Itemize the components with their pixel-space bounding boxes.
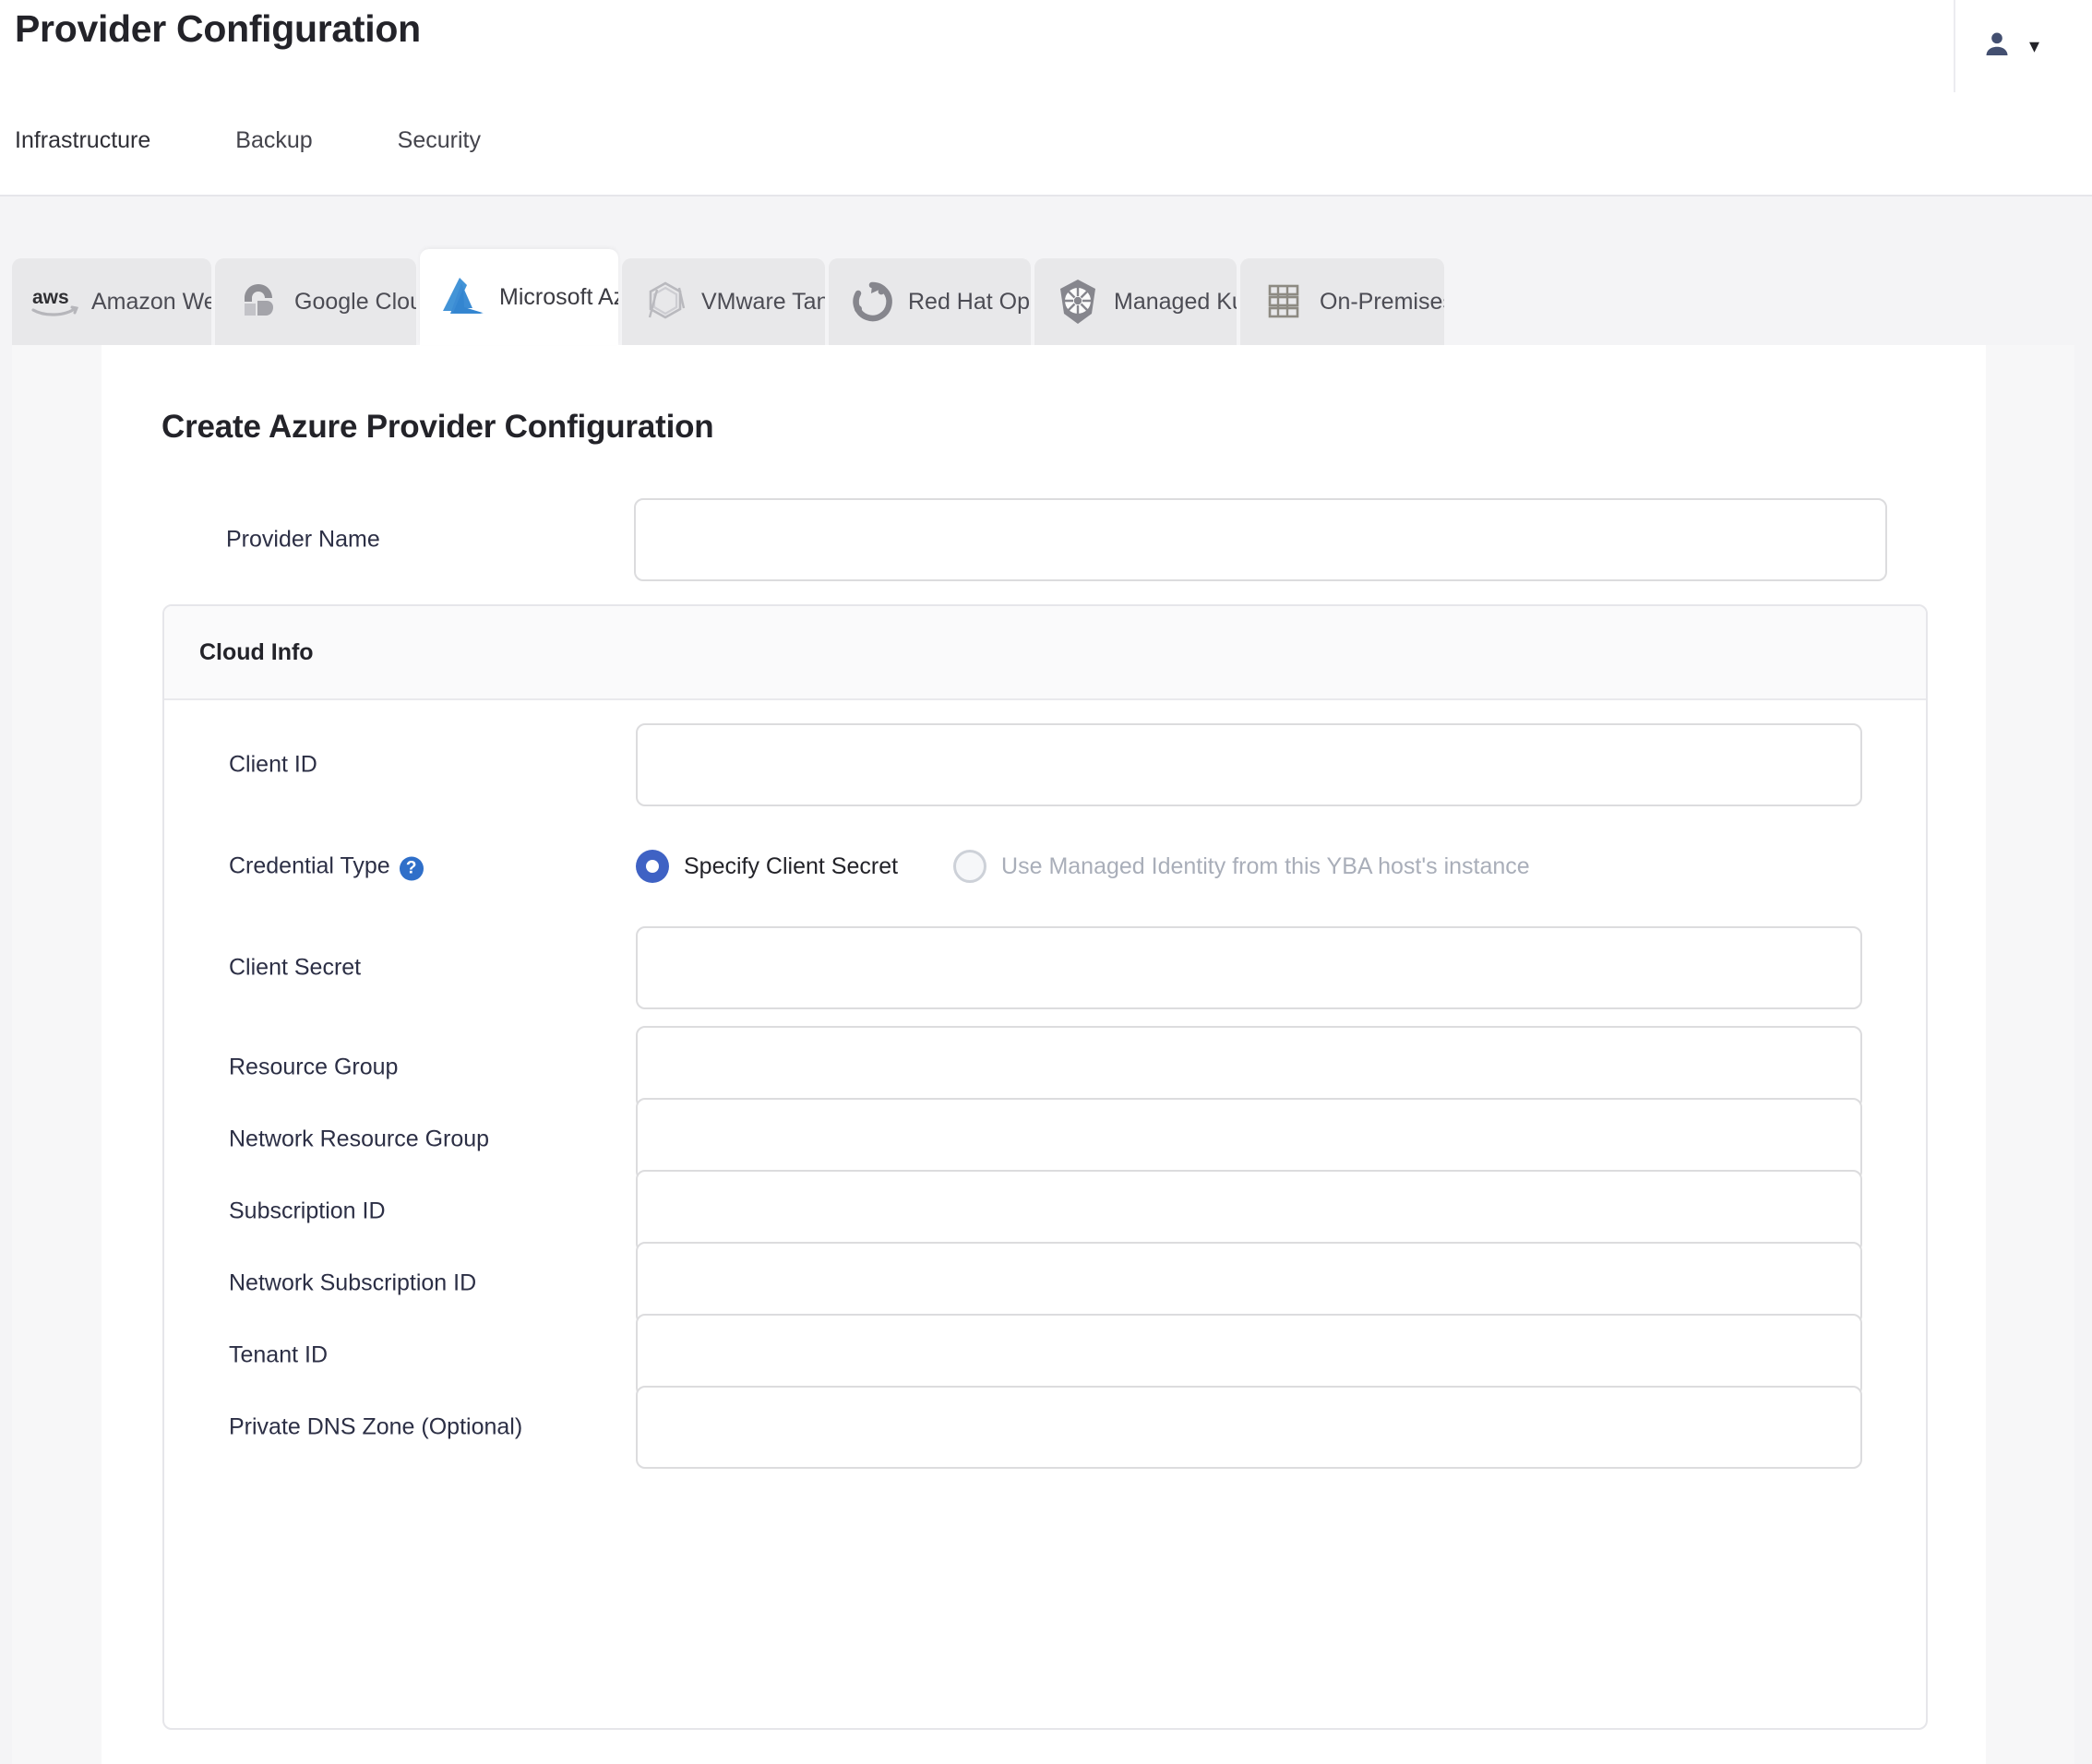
tab-infrastructure[interactable]: Infrastructure: [10, 118, 155, 206]
radio-selected-icon: [636, 850, 669, 883]
field-row-credential-type: Credential Type ? Specify Client Secret …: [164, 825, 1926, 908]
radio-label: Specify Client Secret: [684, 852, 899, 879]
user-icon[interactable]: [1981, 29, 2013, 65]
radio-unselected-icon: [953, 850, 987, 883]
tab-security[interactable]: Security: [398, 118, 481, 154]
header-account-area[interactable]: ▾: [1954, 0, 2092, 92]
resource-group-label: Resource Group: [229, 1054, 399, 1080]
field-row-client-secret: Client Secret: [164, 926, 1926, 1009]
provider-tab-label: Microsoft Az...: [499, 283, 618, 310]
google-cloud-icon: [233, 277, 283, 327]
provider-tab-label: Managed Ku...: [1114, 288, 1237, 315]
private-dns-zone-label: Private DNS Zone (Optional): [229, 1413, 523, 1440]
client-id-input[interactable]: [636, 723, 1862, 806]
provider-tab-microsoft-azure[interactable]: Microsoft Az...: [420, 249, 618, 345]
radio-use-managed-identity[interactable]: Use Managed Identity from this YBA host'…: [953, 850, 1530, 883]
provider-name-label: Provider Name: [226, 526, 380, 553]
client-secret-label: Client Secret: [229, 954, 362, 981]
field-row-private-dns-zone: Private DNS Zone (Optional): [164, 1386, 1926, 1469]
provider-tab-label: Red Hat Ope...: [908, 288, 1031, 315]
subscription-id-label: Subscription ID: [229, 1198, 386, 1224]
tenant-id-label: Tenant ID: [229, 1341, 329, 1368]
credential-type-label: Credential Type ?: [229, 853, 424, 880]
private-dns-zone-input[interactable]: [636, 1386, 1862, 1469]
resource-group-input[interactable]: [636, 1026, 1862, 1109]
provider-tab-label: Google Clou...: [294, 288, 416, 315]
radio-specify-client-secret[interactable]: Specify Client Secret: [636, 850, 898, 883]
chevron-down-icon[interactable]: ▾: [2029, 36, 2039, 56]
help-icon[interactable]: ?: [399, 856, 424, 880]
provider-tab-red-hat-openshift[interactable]: Red Hat Ope...: [829, 258, 1031, 345]
provider-tab-label: Amazon Web...: [91, 288, 211, 315]
field-row-network-subscription-id: Network Subscription ID: [164, 1242, 1926, 1325]
app-header: Provider Configuration ▾ Infrastructure …: [0, 0, 2092, 206]
provider-tab-amazon-web-services[interactable]: aws Amazon Web...: [12, 258, 211, 345]
tab-backup[interactable]: Backup: [235, 118, 312, 154]
provider-tab-managed-kubernetes[interactable]: Managed Ku...: [1034, 258, 1237, 345]
svg-text:aws: aws: [32, 287, 69, 308]
aws-icon: aws: [30, 277, 80, 327]
field-row-tenant-id: Tenant ID: [164, 1314, 1926, 1397]
provider-tab-label: VMware Tanzu: [701, 288, 825, 315]
client-id-label: Client ID: [229, 751, 317, 778]
field-row-subscription-id: Subscription ID: [164, 1170, 1926, 1253]
form-title: Create Azure Provider Configuration: [161, 409, 714, 445]
network-subscription-id-label: Network Subscription ID: [229, 1269, 477, 1296]
client-secret-input[interactable]: [636, 926, 1862, 1009]
tenant-id-input[interactable]: [636, 1314, 1862, 1397]
microsoft-azure-icon: [438, 272, 488, 322]
provider-name-input[interactable]: [634, 498, 1887, 581]
red-hat-openshift-icon: [847, 277, 897, 327]
provider-tab-label: On-Premises D...: [1320, 288, 1444, 315]
provider-tab-on-premises-datacenter[interactable]: On-Premises D...: [1240, 258, 1444, 345]
field-row-client-id: Client ID: [164, 723, 1926, 806]
credential-type-radio-group: Specify Client Secret Use Managed Identi…: [636, 850, 1585, 883]
subscription-id-input[interactable]: [636, 1170, 1862, 1253]
network-subscription-id-input[interactable]: [636, 1242, 1862, 1325]
cloud-info-card-body: Client ID Credential Type ? Specify Clie…: [164, 700, 1926, 1730]
kubernetes-icon: [1053, 277, 1103, 327]
section-tabs: Infrastructure Backup Security: [0, 118, 2092, 206]
provider-tab-vmware-tanzu[interactable]: VMware Tanzu: [622, 258, 825, 345]
field-row-network-resource-group: Network Resource Group: [164, 1098, 1926, 1181]
provider-tab-google-cloud[interactable]: Google Clou...: [215, 258, 416, 345]
field-row-provider-name: Provider Name: [161, 498, 1887, 581]
cloud-info-title: Cloud Info: [199, 638, 314, 665]
credential-type-label-text: Credential Type: [229, 852, 390, 879]
vmware-tanzu-icon: [640, 277, 690, 327]
radio-label: Use Managed Identity from this YBA host'…: [1001, 852, 1530, 879]
on-premises-datacenter-icon: [1259, 277, 1309, 327]
network-resource-group-label: Network Resource Group: [229, 1126, 490, 1152]
cloud-info-card: Cloud Info Client ID Credential Type ? S…: [162, 604, 1928, 1730]
field-row-resource-group: Resource Group: [164, 1026, 1926, 1109]
network-resource-group-input[interactable]: [636, 1098, 1862, 1181]
provider-tab-strip: aws Amazon Web... Google Clou... Microso…: [12, 249, 2092, 345]
cloud-info-card-header: Cloud Info: [164, 606, 1926, 700]
page-title: Provider Configuration: [15, 7, 421, 50]
